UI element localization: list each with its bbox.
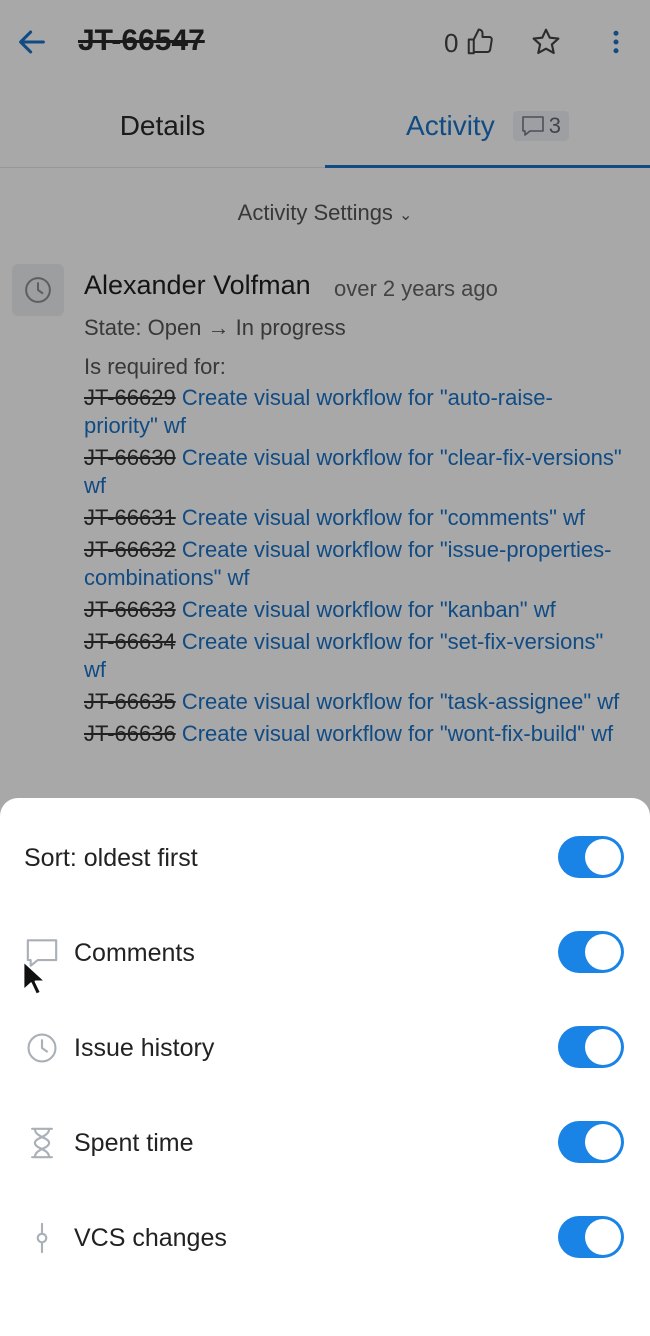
comments-row[interactable]: Comments [0, 907, 650, 1002]
switch-knob [585, 1029, 621, 1065]
sort-row[interactable]: Sort: oldest first [0, 812, 650, 907]
switch-knob [585, 1124, 621, 1160]
comments-label: Comments [74, 939, 195, 967]
clock-icon [24, 1030, 60, 1066]
spent-time-switch[interactable] [558, 1121, 624, 1163]
switch-knob [585, 839, 621, 875]
hourglass-icon [24, 1125, 60, 1161]
switch-knob [585, 934, 621, 970]
sort-label: Sort: oldest first [24, 844, 198, 872]
issue-history-switch[interactable] [558, 1026, 624, 1068]
vcs-changes-row[interactable]: VCS changes [0, 1192, 650, 1287]
switch-knob [585, 1219, 621, 1255]
vcs-changes-switch[interactable] [558, 1216, 624, 1258]
sort-switch[interactable] [558, 836, 624, 878]
issue-history-row[interactable]: Issue history [0, 1002, 650, 1097]
spent-time-label: Spent time [74, 1129, 194, 1157]
issue-activity-screen: JT-66547 0 Details Activity 3 Activity S… [0, 0, 650, 1336]
issue-history-label: Issue history [74, 1034, 215, 1062]
mouse-cursor-icon [22, 960, 46, 996]
comments-switch[interactable] [558, 931, 624, 973]
vcs-changes-label: VCS changes [74, 1224, 227, 1252]
spent-time-row[interactable]: Spent time [0, 1097, 650, 1192]
commit-icon [24, 1220, 60, 1256]
activity-settings-sheet: Sort: oldest first Comments Issue histor… [0, 798, 650, 1336]
